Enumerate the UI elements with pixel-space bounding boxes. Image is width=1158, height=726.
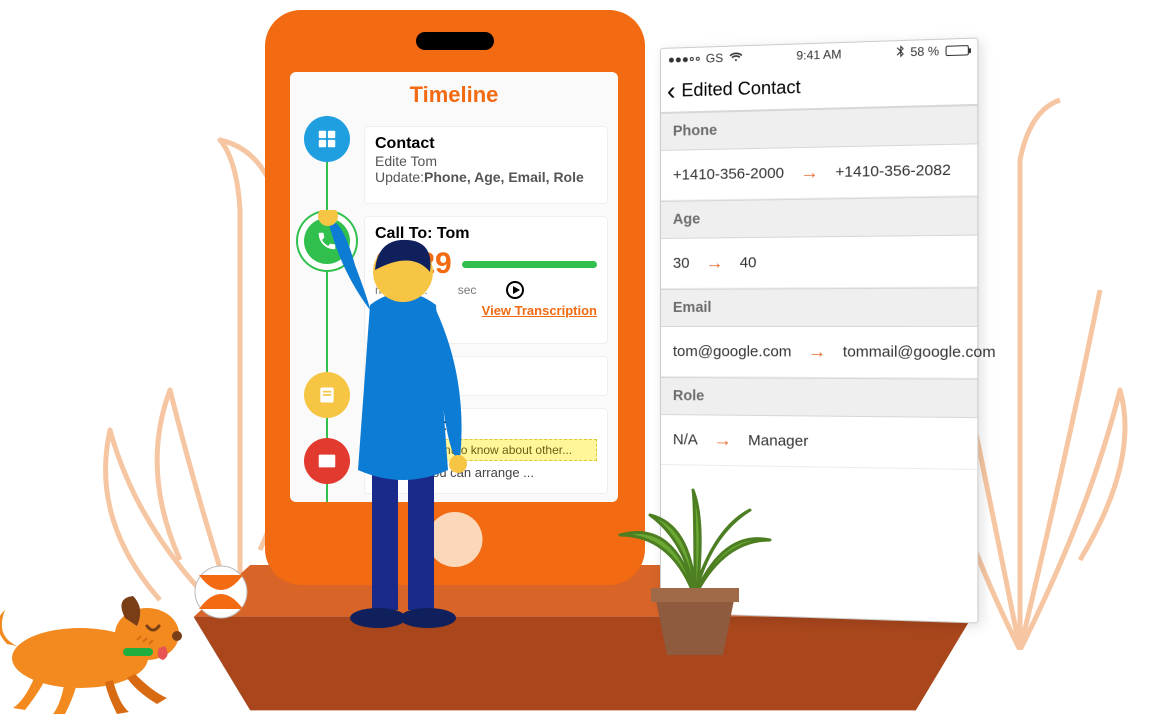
- status-time: 9:41 AM: [796, 47, 841, 63]
- dog: [0, 580, 195, 720]
- field-row[interactable]: +1410-356-2000 → +1410-356-2082: [661, 144, 977, 201]
- person: [300, 210, 510, 630]
- new-value: Manager: [748, 432, 808, 450]
- arrow-icon: →: [714, 430, 732, 451]
- old-value: 30: [673, 255, 690, 272]
- arrow-icon: →: [705, 252, 723, 273]
- contact-line1: Edite Tom: [375, 153, 597, 169]
- section-header: Phone: [661, 105, 977, 151]
- contact-heading: Contact: [375, 135, 597, 153]
- field-row[interactable]: N/A → Manager: [661, 415, 977, 470]
- ball: [194, 565, 248, 619]
- carrier-label: GS: [706, 51, 723, 66]
- old-value: tom@google.com: [673, 343, 792, 360]
- battery-icon: [946, 45, 969, 56]
- wifi-icon: [729, 50, 743, 65]
- back-button[interactable]: ‹: [667, 76, 676, 107]
- field-row[interactable]: tom@google.com → tommail@google.com: [661, 327, 977, 379]
- section-header: Age: [661, 196, 977, 239]
- old-value: +1410-356-2000: [673, 165, 784, 184]
- plant: [615, 480, 775, 660]
- signal-icon: GS: [669, 50, 743, 66]
- new-value: +1410-356-2082: [835, 161, 950, 181]
- old-value: N/A: [673, 431, 698, 448]
- section-header: Role: [661, 377, 977, 418]
- arrow-icon: →: [800, 162, 818, 184]
- nav-title: Edited Contact: [682, 77, 801, 102]
- contact-icon: [304, 116, 350, 162]
- battery-percent: 58 %: [910, 44, 939, 59]
- contact-card[interactable]: Contact Edite Tom Update:Phone, Age, Ema…: [364, 126, 608, 204]
- section-header: Email: [661, 287, 977, 327]
- new-value: 40: [740, 254, 757, 271]
- field-row[interactable]: 30 → 40: [661, 236, 977, 289]
- arrow-icon: →: [808, 341, 826, 362]
- bluetooth-icon: [896, 45, 904, 61]
- contact-update-fields: Phone, Age, Email, Role: [424, 169, 584, 185]
- ios-content: Phone +1410-356-2000 → +1410-356-2082 Ag…: [661, 105, 977, 470]
- timeline-title: Timeline: [290, 82, 618, 108]
- contact-update-prefix: Update:: [375, 169, 424, 185]
- phone-earpiece: [416, 32, 494, 50]
- new-value: tommail@google.com: [843, 343, 996, 361]
